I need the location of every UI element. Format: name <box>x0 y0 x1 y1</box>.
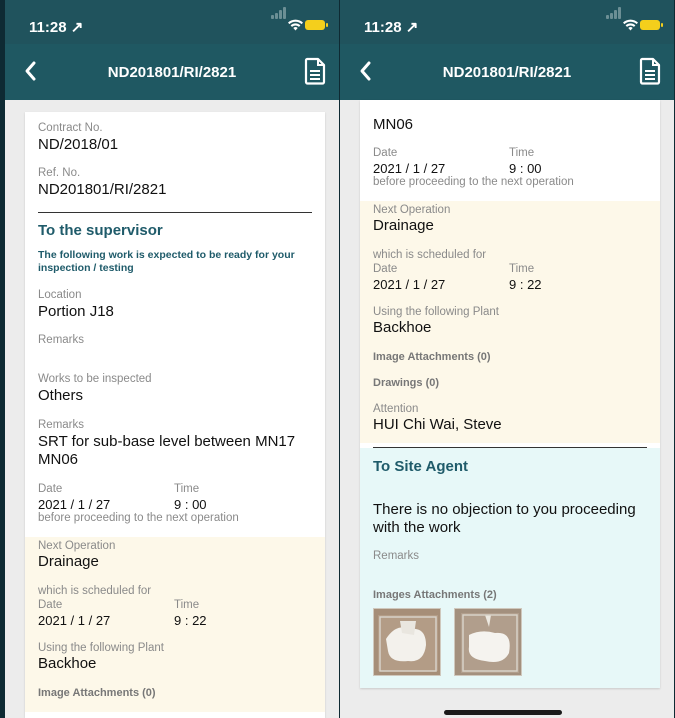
time-label: Time <box>509 263 535 275</box>
next-op-label: Next Operation <box>38 540 116 552</box>
next-op-value: Drainage <box>373 217 434 234</box>
remarks-value-continued: MN06 <box>373 116 414 133</box>
status-bar: 11:28 ↗ <box>5 0 339 44</box>
battery-icon <box>305 20 328 30</box>
scheduled-label: which is scheduled for <box>373 249 487 261</box>
page-title: ND201801/RI/2821 <box>442 64 572 81</box>
supervisor-title: To the supervisor <box>38 222 163 239</box>
status-bar: 11:28 ↗ <box>340 0 674 44</box>
site-agent-title: To Site Agent <box>373 458 468 475</box>
date-label: Date <box>38 599 63 611</box>
wifi-icon <box>288 19 304 32</box>
nav-bar: ND201801/RI/2821 <box>340 44 674 100</box>
date-value: 2021 / 1 / 27 <box>373 277 446 292</box>
works-label: Works to be inspected <box>38 373 152 385</box>
left-phone-screen: 11:28 ↗ ND201801/RI/2821 Contract No. ND… <box>5 0 339 718</box>
time-label: Time <box>174 483 200 495</box>
plant-label: Using the following Plant <box>38 642 164 654</box>
scheduled-label: which is scheduled for <box>38 585 152 597</box>
date-label: Date <box>38 483 63 495</box>
attention-label: Attention <box>373 403 419 415</box>
drawings-label[interactable]: Drawings (0) <box>373 376 439 390</box>
works-value: Others <box>38 387 84 404</box>
attention-value: HUI Chi Wai, Steve <box>373 416 502 433</box>
contract-value: ND/2018/01 <box>38 136 119 153</box>
remarks-value: SRT for sub-base level between MN17 MN06 <box>38 433 296 468</box>
ref-value: ND201801/RI/2821 <box>38 181 167 198</box>
contract-label: Contract No. <box>38 122 103 134</box>
image-attachments-label[interactable]: Image Attachments (0) <box>373 350 491 364</box>
next-operation-section: Next Operation Drainage which is schedul… <box>360 201 660 443</box>
images-attachments-label: Images Attachments (2) <box>373 589 497 601</box>
status-icons <box>271 7 328 33</box>
status-icons <box>606 7 663 33</box>
time-label: Time <box>509 147 535 159</box>
date-label: Date <box>373 263 398 275</box>
before-text: before proceeding to the next operation <box>373 176 574 188</box>
nav-bar: ND201801/RI/2821 <box>5 44 339 100</box>
image-attachments-label[interactable]: Image Attachments (0) <box>38 686 156 700</box>
home-indicator[interactable] <box>444 710 562 715</box>
no-objection-text: There is no objection to you proceeding … <box>373 501 636 536</box>
status-time: 11:28 ↗ <box>364 19 419 36</box>
divider <box>38 212 312 213</box>
next-operation-section: Next Operation Drainage which is schedul… <box>25 537 325 712</box>
document-icon[interactable] <box>303 57 327 85</box>
date-value: 2021 / 1 / 27 <box>38 613 111 628</box>
plant-value: Backhoe <box>373 319 432 336</box>
date-label: Date <box>373 147 398 159</box>
next-op-value: Drainage <box>38 553 99 570</box>
supervisor-note: The following work is expected to be rea… <box>38 249 295 274</box>
page-title: ND201801/RI/2821 <box>107 64 237 81</box>
location-label: Location <box>38 289 82 301</box>
attachment-thumbnail[interactable] <box>373 608 441 676</box>
attachment-thumbnail[interactable] <box>454 608 522 676</box>
before-text: before proceeding to the next operation <box>38 512 239 524</box>
right-phone-screen: 11:28 ↗ ND201801/RI/2821 MN06 Date 2021 … <box>340 0 674 718</box>
remarks-label: Remarks <box>38 419 85 431</box>
time-label: Time <box>174 599 200 611</box>
wifi-icon <box>623 19 639 32</box>
time-value: 9 : 22 <box>509 277 542 292</box>
remarks-label: Remarks <box>38 334 85 346</box>
inspection-form-card: Contract No. ND/2018/01 Ref. No. ND20180… <box>25 112 325 718</box>
time-value: 9 : 22 <box>174 613 207 628</box>
remarks-label: Remarks <box>373 550 420 562</box>
status-time: 11:28 ↗ <box>29 19 84 36</box>
ref-label: Ref. No. <box>38 167 81 179</box>
battery-icon <box>640 20 663 30</box>
site-agent-section: To Site Agent There is no objection to y… <box>360 448 660 688</box>
plant-label: Using the following Plant <box>373 306 499 318</box>
location-value: Portion J18 <box>38 303 114 320</box>
plant-value: Backhoe <box>38 655 97 672</box>
document-icon[interactable] <box>638 57 662 85</box>
inspection-form-card: MN06 Date 2021 / 1 / 27 Time 9 : 00 befo… <box>360 100 660 688</box>
next-op-label: Next Operation <box>373 204 451 216</box>
